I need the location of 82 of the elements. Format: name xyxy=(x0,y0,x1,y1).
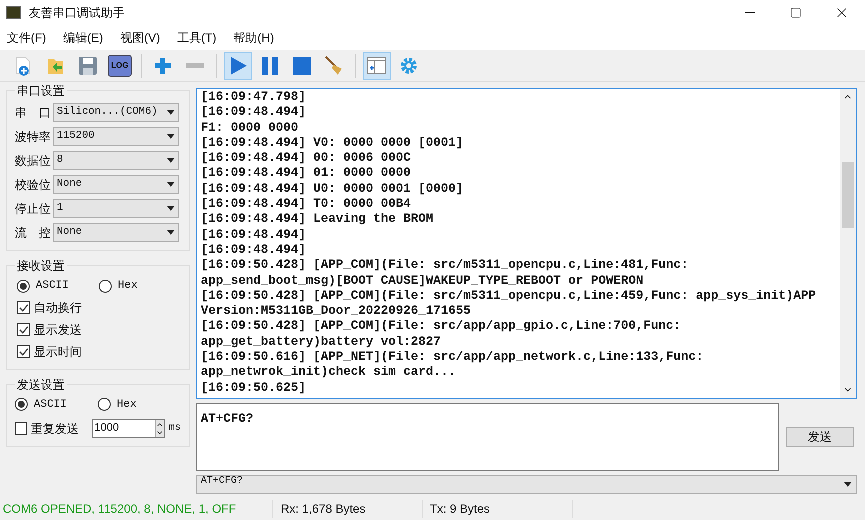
history-dropdown[interactable]: AT+CFG? xyxy=(196,475,857,494)
log-line: [16:09:50.428] [APP_COM](File: src/app/app_gpio.c,Line:700,Func: xyxy=(201,319,682,335)
broom-icon xyxy=(323,54,345,76)
checkbox[interactable] xyxy=(15,422,28,435)
radio-label: Hex xyxy=(117,398,137,412)
unit-label: ms xyxy=(168,422,181,436)
dropdown[interactable]: Silicon...(COM6) xyxy=(53,103,179,122)
radio-button[interactable] xyxy=(15,398,28,412)
group-title: 接收设置 xyxy=(15,257,67,275)
caret-icon xyxy=(167,158,175,163)
log-line: [16:09:48.494] 01: 0000 0000 xyxy=(201,166,412,182)
log-line: app_send_boot_msg)[BOOT CAUSE]WAKEUP_TYPE_REBOOT or POWERON xyxy=(201,274,645,289)
scrollbar-thumb[interactable] xyxy=(842,162,854,228)
checkbox[interactable] xyxy=(17,323,30,336)
pause-icon xyxy=(259,54,281,76)
minus-icon xyxy=(186,63,204,68)
radio-label: ASCII xyxy=(34,398,68,412)
dropdown[interactable]: None xyxy=(53,175,179,194)
log-line: [16:09:48.494] Leaving the BROM xyxy=(201,212,435,228)
dropdown[interactable]: 1 xyxy=(53,199,179,218)
radio-button[interactable] xyxy=(17,280,30,293)
field-label: 校验位 xyxy=(15,176,52,194)
radio-button[interactable] xyxy=(99,280,112,293)
tx-count: Tx: 9 Bytes xyxy=(423,500,573,518)
field-label: 停止位 xyxy=(15,200,52,218)
caret-icon xyxy=(844,482,852,488)
send-input[interactable]: AT+CFG? xyxy=(196,403,779,472)
menu-item[interactable]: 视图(V) xyxy=(115,28,166,46)
log-line: app_netwrok_init)check sim card... xyxy=(201,365,458,381)
log-line: [16:09:47.798] xyxy=(201,90,308,106)
minimize-icon xyxy=(745,12,755,13)
dropdown[interactable]: None xyxy=(53,223,179,242)
caret-icon xyxy=(167,206,175,211)
log-line: [16:09:48.494] xyxy=(201,242,308,258)
checkbox-label: 自动换行 xyxy=(34,300,82,316)
log-line: F1: 0000 0000 xyxy=(201,120,300,136)
menu-item[interactable]: 帮助(H) xyxy=(228,28,280,46)
caret-icon xyxy=(167,110,175,115)
log-line: [16:09:50.428] [APP_COM](File: src/m5311_opencpu.c,Line:481,Func: xyxy=(201,258,690,274)
log-line: [16:09:48.494] U0: 0000 0001 [0000] xyxy=(201,182,465,198)
caret-icon xyxy=(167,134,175,139)
checkbox-label: 显示发送 xyxy=(34,322,82,338)
log-line: [16:09:50.428] [APP_COM](File: src/m5311_opencpu.c,Line:459,Func: app_sys_init)APP xyxy=(201,288,818,304)
log-line: [16:09:50.616] [APP_NET](File: src/app/app_network.c,Line:133,Func: xyxy=(201,350,705,366)
log-line: [16:09:48.494] 00: 0006 000C xyxy=(201,151,412,166)
number-spinner[interactable]: 1000 xyxy=(92,419,165,438)
checkbox[interactable] xyxy=(17,301,30,314)
caret-icon xyxy=(167,230,175,235)
log-line: [16:09:48.494] xyxy=(201,228,308,243)
field-label: 数据位 xyxy=(15,152,52,170)
log-line: [16:09:48.494] T0: 0000 00B4 xyxy=(201,197,412,212)
rx-count: Rx: 1,678 Bytes xyxy=(273,500,423,518)
field-label: 串 口 xyxy=(15,104,52,122)
menu-item[interactable]: 工具(T) xyxy=(172,28,222,46)
radio-label: ASCII xyxy=(36,279,70,294)
radio-label: Hex xyxy=(118,279,138,294)
scrollbar[interactable] xyxy=(840,89,856,398)
connection-status: COM6 OPENED, 115200, 8, NONE, 1, OFF xyxy=(0,500,273,518)
log-line: [16:09:50.625] xyxy=(201,380,308,396)
log-line: app_get_battery)battery vol:2827 xyxy=(201,334,442,350)
log-line: [16:09:48.494] V0: 0000 0000 [0001] xyxy=(201,136,465,152)
field-label: 流 控 xyxy=(15,224,52,242)
checkbox[interactable] xyxy=(17,345,30,358)
log-line: [16:09:48.494] xyxy=(201,105,308,121)
window-title: 友善串口调试助手 xyxy=(29,4,125,22)
field-label: 波特率 xyxy=(15,128,52,146)
stop-icon xyxy=(291,54,313,76)
toolbar-button[interactable] xyxy=(224,52,252,80)
dropdown[interactable]: 8 xyxy=(53,151,179,170)
window-icon xyxy=(366,54,388,76)
toolbar-button[interactable] xyxy=(363,52,391,80)
caret-icon xyxy=(167,182,175,187)
dropdown[interactable]: 115200 xyxy=(53,127,179,146)
checkbox-label: 显示时间 xyxy=(34,344,82,360)
menu-item[interactable]: 编辑(E) xyxy=(58,28,108,46)
log-line: Version:M5311GB_Door_20220926_171655 xyxy=(201,304,472,320)
radio-button[interactable] xyxy=(98,398,111,412)
maximize-icon xyxy=(790,6,802,18)
checkbox-label: 重复发送 xyxy=(31,420,80,438)
send-button[interactable]: 发送 xyxy=(786,427,854,448)
menu-item[interactable]: 文件(F) xyxy=(2,28,52,46)
app-icon xyxy=(6,6,21,19)
